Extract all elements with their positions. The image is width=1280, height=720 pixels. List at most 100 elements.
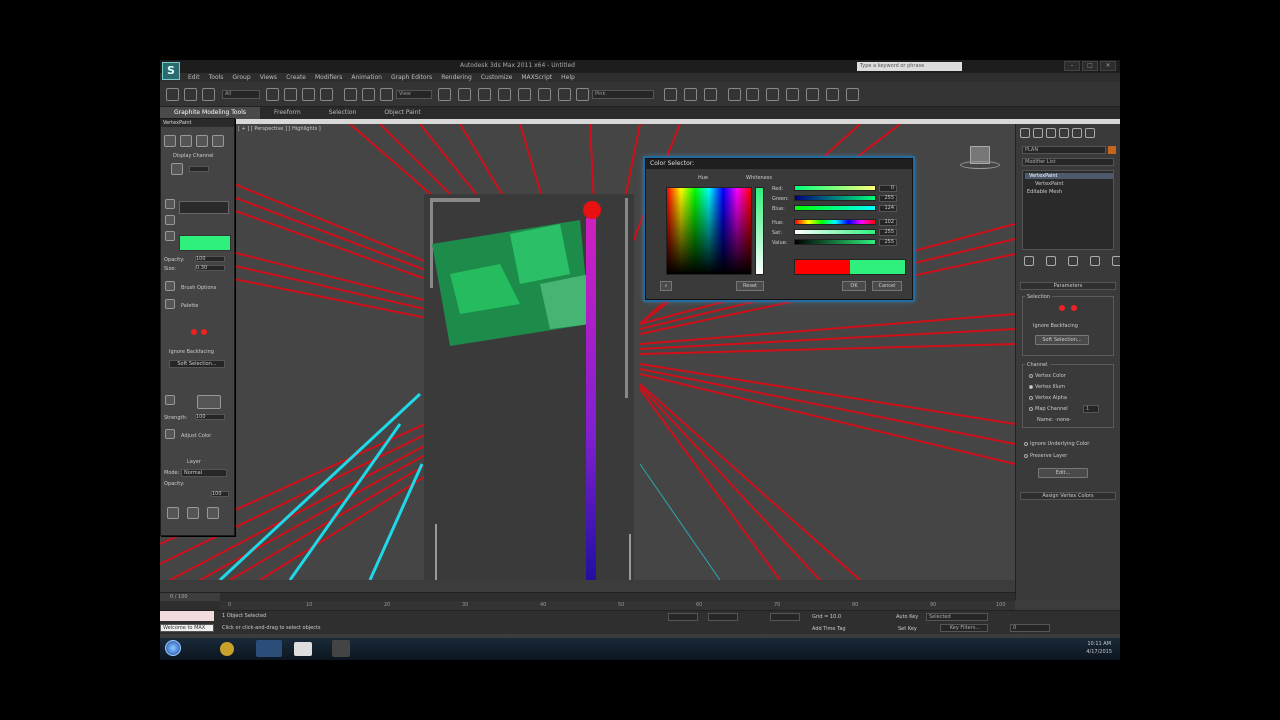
display-channel-spinner[interactable] [189,166,209,172]
sat-slider[interactable] [794,229,876,235]
tab-selection[interactable]: Selection [315,107,371,119]
set-key-label[interactable]: Set Key [898,626,917,632]
edit-button[interactable]: Edit... [1038,468,1088,478]
green-spinner[interactable]: 255 [879,195,897,202]
motion-tab-icon[interactable] [1059,128,1069,138]
blur-brush-icon[interactable] [165,395,175,405]
select-object-icon[interactable] [266,88,279,101]
auto-key-label[interactable]: Auto Key [896,614,918,620]
menu-group[interactable]: Group [232,73,250,82]
app-logo-icon[interactable]: S [162,62,180,80]
render-production-icon[interactable] [846,88,859,101]
preserve-layer-icon[interactable] [207,507,219,519]
pivot-icon[interactable] [438,88,451,101]
start-button[interactable] [165,640,181,656]
move-icon[interactable] [344,88,357,101]
mirror-icon[interactable] [664,88,677,101]
rect-selection-icon[interactable] [302,88,315,101]
schematic-view-icon[interactable] [766,88,779,101]
tab-object-paint[interactable]: Object Paint [370,107,434,119]
green-slider[interactable] [794,195,876,201]
spinner-snap-icon[interactable] [558,88,571,101]
eyedropper-button[interactable]: ⌕ [660,281,672,291]
vertex-deselect-icon[interactable] [201,329,207,335]
z-coordinate-field[interactable] [770,613,800,621]
configure-sets-icon[interactable] [1112,256,1120,266]
radio-map-channel[interactable]: Map Channel [1029,406,1068,412]
palette-icon[interactable] [165,299,175,309]
link-icon[interactable] [184,88,197,101]
size-spinner[interactable]: 0.30 [195,265,225,271]
menu-animation[interactable]: Animation [351,73,382,82]
selection-filter-dropdown[interactable]: All [222,90,260,99]
palette-label[interactable]: Palette [181,303,198,309]
mode-dropdown[interactable]: Normal [181,469,227,477]
window-crossing-icon[interactable] [320,88,333,101]
ignore-backfacing-checkbox[interactable]: Ignore Backfacing [169,349,214,355]
named-selection-dropdown[interactable]: Pink [592,90,654,99]
hue-slider[interactable] [794,219,876,225]
taskbar-clock[interactable]: 10:11 AM 4/17/2015 [1086,640,1112,656]
blue-spinner[interactable]: 124 [879,205,897,212]
key-selection-dropdown[interactable]: Selected [926,613,988,621]
menu-help[interactable]: Help [561,73,575,82]
pin-stack-icon[interactable] [1024,256,1034,266]
snap-icon[interactable] [498,88,511,101]
undo-icon[interactable] [166,88,179,101]
menu-edit[interactable]: Edit [188,73,200,82]
disable-vertex-color-icon[interactable] [196,135,208,147]
eyedropper-icon[interactable] [165,231,175,241]
percent-snap-icon[interactable] [538,88,551,101]
viewport-label[interactable]: [ + ] [ Perspective ] [ Highlights ] [238,126,321,132]
menu-tools[interactable]: Tools [209,73,224,82]
y-coordinate-field[interactable] [708,613,738,621]
modifier-list-dropdown[interactable]: Modifier List [1022,158,1114,166]
minimize-button[interactable]: – [1064,61,1080,71]
curve-editor-icon[interactable] [746,88,759,101]
condense-layers-icon[interactable] [187,507,199,519]
opacity-spinner[interactable]: 100 [195,256,225,262]
current-frame-field[interactable]: 0 [1010,624,1050,632]
whiteness-slider[interactable] [755,187,764,275]
edit-named-selection-icon[interactable] [576,88,589,101]
maximize-button[interactable]: □ [1082,61,1098,71]
rendered-frame-icon[interactable] [826,88,839,101]
stack-item-vertexpaint-1[interactable]: VertexPaint [1025,173,1113,179]
cp-soft-selection-button[interactable]: Soft Selection... [1035,335,1089,345]
vertex-shaded-icon[interactable] [180,135,192,147]
hierarchy-tab-icon[interactable] [1046,128,1056,138]
tab-freeform[interactable]: Freeform [260,107,315,119]
maxscript-listener[interactable] [160,611,214,621]
value-spinner[interactable]: 255 [879,239,897,246]
create-tab-icon[interactable] [1020,128,1030,138]
red-spinner[interactable]: 0 [879,185,897,192]
stack-item-editable-mesh[interactable]: Editable Mesh [1027,189,1062,195]
show-end-result-icon[interactable] [1046,256,1056,266]
rotate-icon[interactable] [362,88,375,101]
value-slider[interactable] [794,239,876,245]
red-slider[interactable] [794,185,876,191]
color-selector-title[interactable]: Color Selector: [646,159,912,169]
parameters-rollout[interactable]: Parameters [1020,282,1116,290]
key-filters-button[interactable]: Key Filters... [940,624,988,632]
paint-all-icon[interactable] [165,199,175,209]
selection-deselect-icon[interactable] [1071,305,1077,311]
make-unique-icon[interactable] [1068,256,1078,266]
menu-maxscript[interactable]: MAXScript [521,73,552,82]
radio-vertex-illum[interactable]: Vertex Illum [1029,384,1065,390]
adjust-color-label[interactable]: Adjust Color [181,433,211,439]
x-coordinate-field[interactable] [668,613,698,621]
manipulate-icon[interactable] [458,88,471,101]
menu-views[interactable]: Views [260,73,277,82]
cp-ignore-backfacing-checkbox[interactable]: Ignore Backfacing [1033,323,1078,329]
object-name-field[interactable]: PLAN [1022,146,1106,154]
time-slider[interactable]: 0 / 100 0 10 20 30 40 50 60 70 80 90 100 [160,592,1015,611]
adjust-color-icon[interactable] [165,429,175,439]
modify-tab-icon[interactable] [1033,128,1043,138]
display-tab-icon[interactable] [1072,128,1082,138]
add-time-tag[interactable]: Add Time Tag [812,626,846,632]
maxscript-mini-listener[interactable]: Welcome to MAX [160,624,214,632]
cancel-button[interactable]: Cancel [872,281,902,291]
paint-color-swatch[interactable] [179,235,231,251]
menu-modifiers[interactable]: Modifiers [315,73,342,82]
